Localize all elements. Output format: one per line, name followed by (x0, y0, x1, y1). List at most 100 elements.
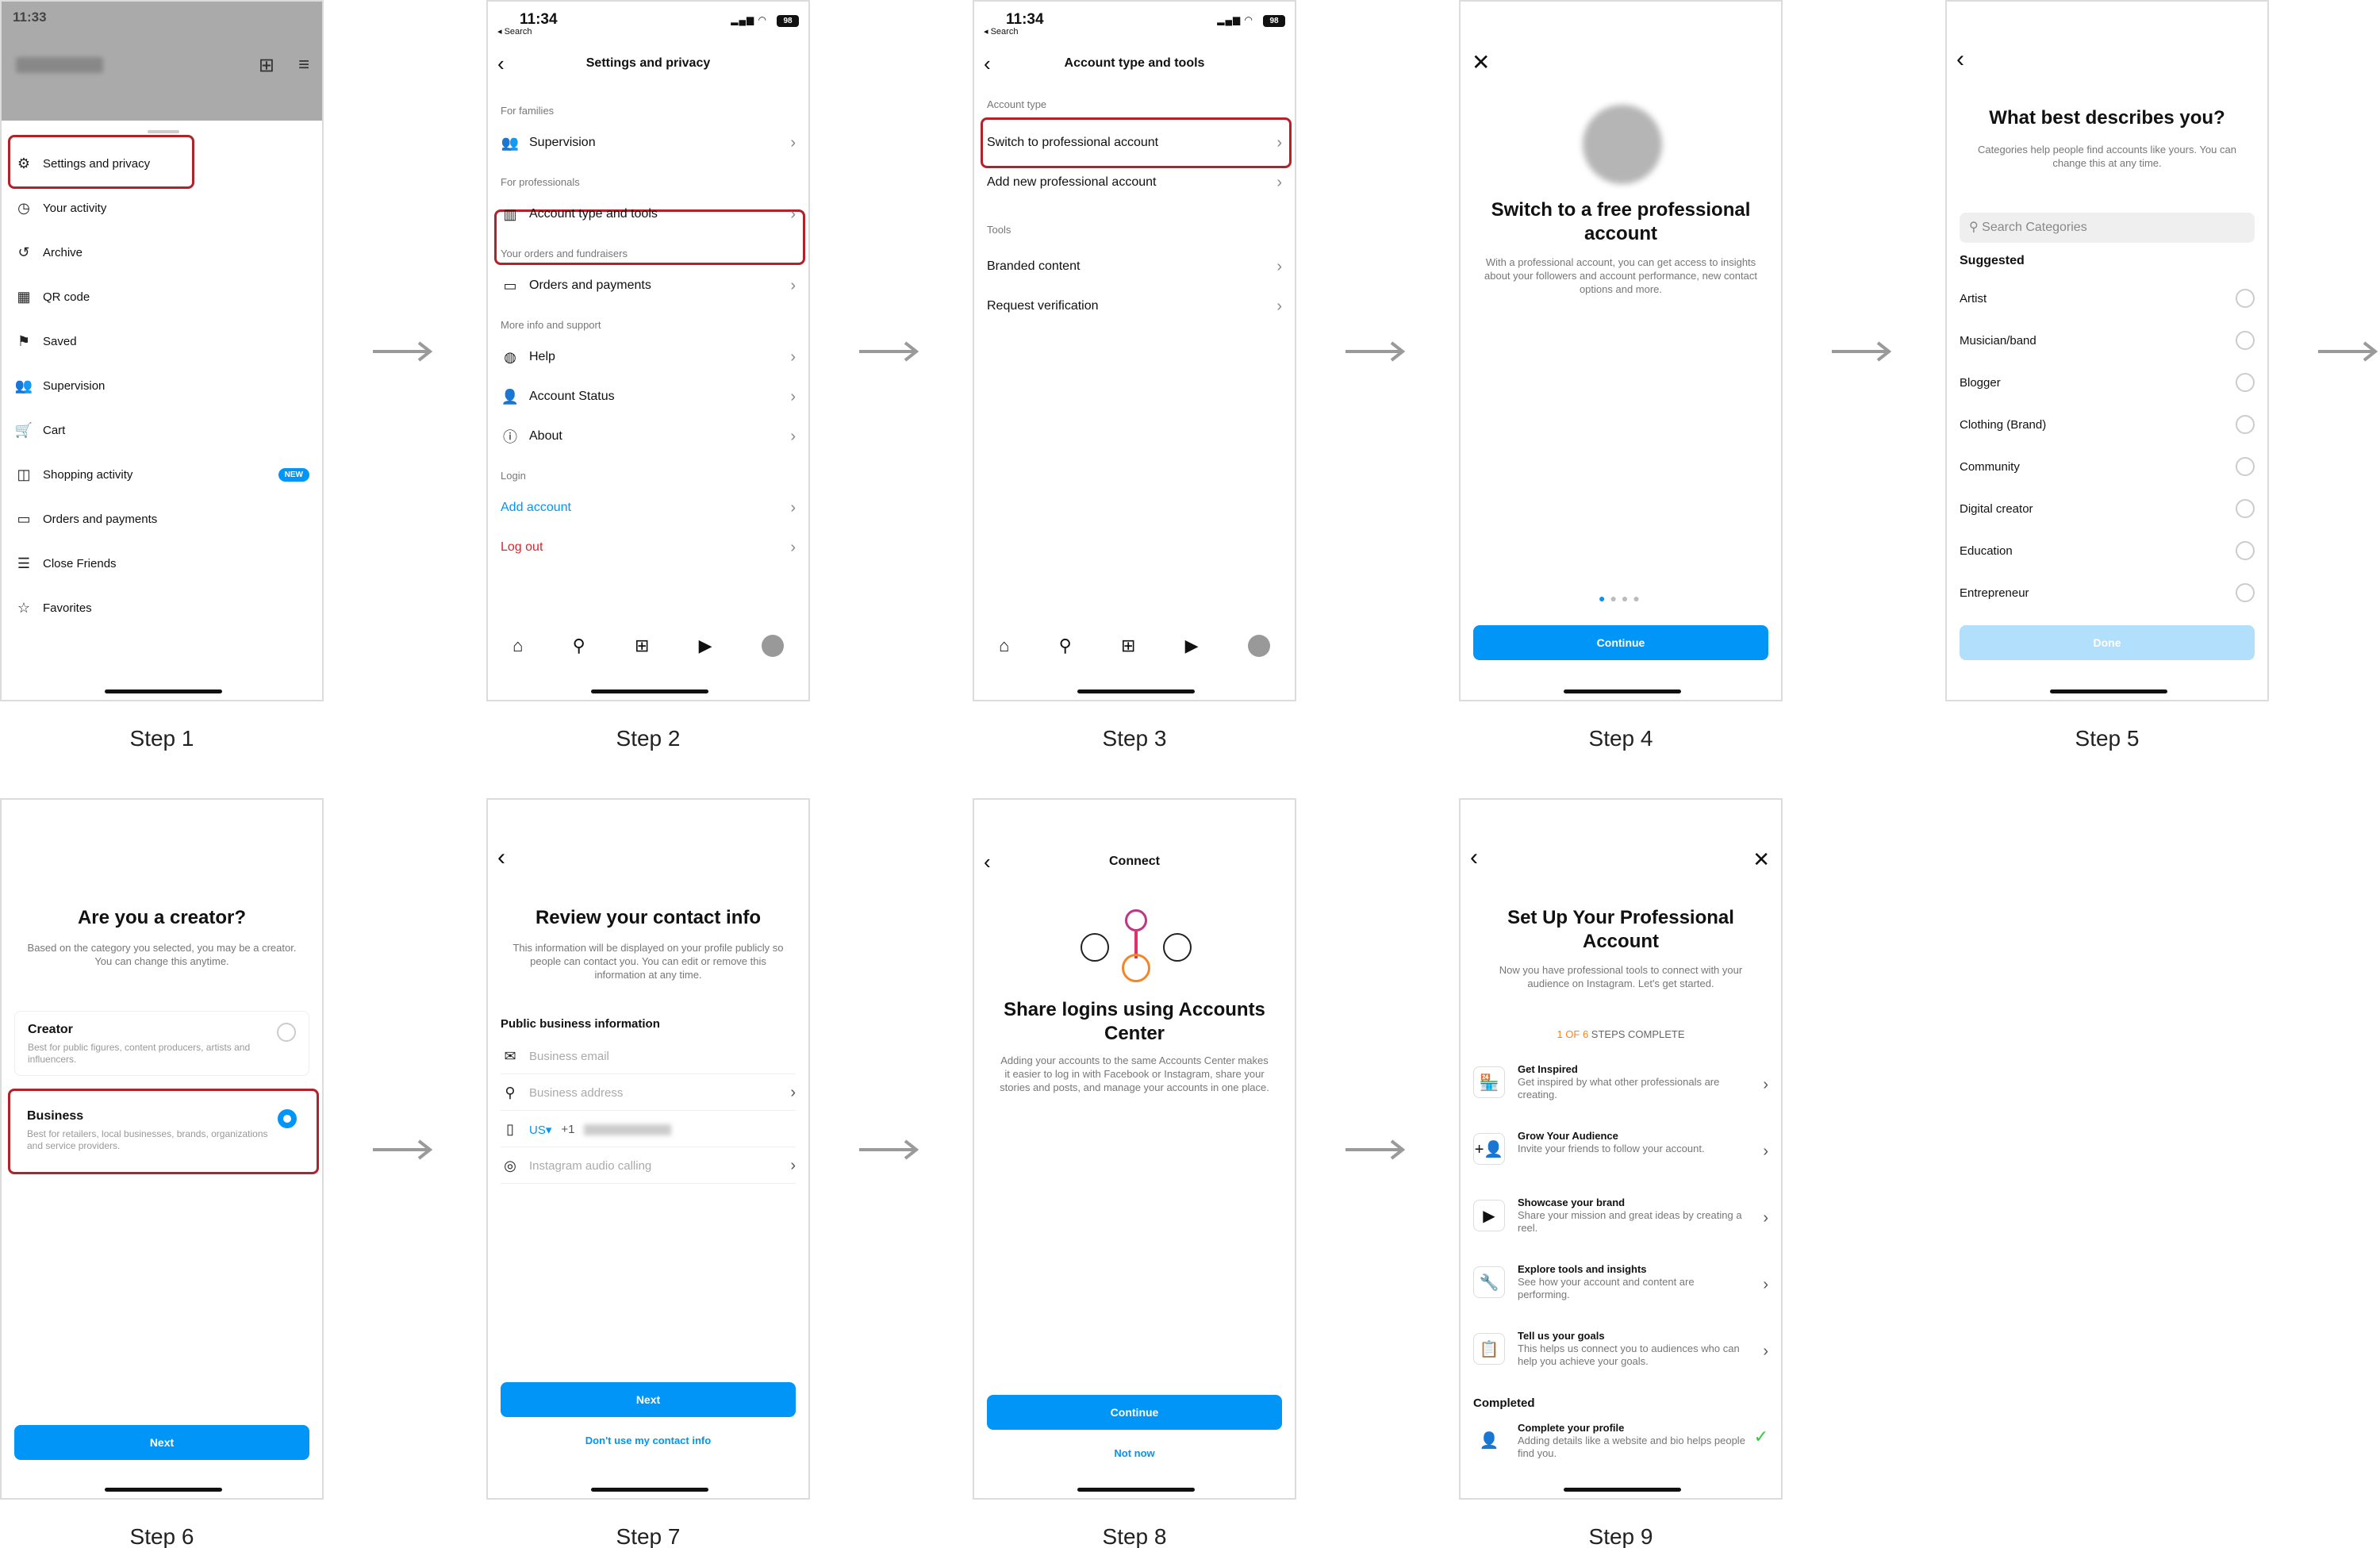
category-clothing-brand-[interactable]: Clothing (Brand) (1960, 407, 2255, 442)
arrow-icon (373, 341, 433, 362)
chevron-right-icon: › (1763, 1342, 1768, 1360)
skip-contact-link[interactable]: Don't use my contact info (488, 1435, 808, 1446)
add-icon[interactable]: ⊞ (259, 54, 274, 77)
menu-item-cart[interactable]: 🛒 Cart (14, 413, 309, 447)
row-label: Request verification (987, 299, 1099, 313)
radio-button[interactable] (2236, 499, 2255, 518)
radio-button[interactable] (2236, 373, 2255, 392)
home-indicator (1564, 1488, 1681, 1492)
item-title: Tell us your goals (1518, 1330, 1605, 1342)
avatar[interactable] (761, 635, 784, 657)
create-icon[interactable]: ⊞ (1121, 636, 1135, 656)
reels-icon[interactable]: ▶ (1185, 636, 1199, 656)
category-label: Artist (1960, 291, 1987, 305)
create-icon[interactable]: ⊞ (635, 636, 649, 656)
radio-button[interactable] (2236, 289, 2255, 308)
phone-step-9: ‹ ✕ Set Up Your Professional Account Now… (1459, 798, 1783, 1500)
setup-item-grow-your-audience[interactable]: +👤 Grow Your Audience Invite your friends … (1473, 1127, 1768, 1190)
radio-button[interactable] (2236, 415, 2255, 434)
business-address-field[interactable]: ⚲ Business address › (501, 1076, 796, 1111)
home-icon[interactable]: ⌂ (999, 636, 1009, 656)
search-icon[interactable]: ⚲ (573, 636, 585, 656)
item-title: Explore tools and insights (1518, 1263, 1647, 1275)
row-orders-and-payments[interactable]: ▭ Orders and payments › (501, 268, 796, 303)
reels-icon[interactable]: ▶ (699, 636, 712, 656)
sheet-handle[interactable] (148, 130, 179, 133)
row-help[interactable]: ◍ Help › (501, 340, 796, 375)
row-add-professional[interactable]: Add new professional account › (987, 165, 1282, 200)
search-icon[interactable]: ⚲ (1059, 636, 1072, 656)
next-button[interactable]: Next (14, 1425, 309, 1460)
menu-item-settings-and-privacy[interactable]: ⚙ Settings and privacy (14, 146, 309, 181)
radio-button[interactable] (2236, 583, 2255, 602)
row-supervision[interactable]: 👥 Supervision › (501, 125, 796, 160)
home-indicator (105, 1488, 222, 1492)
country-code[interactable]: US▾ (529, 1123, 551, 1137)
close-icon[interactable]: ✕ (1752, 847, 1770, 872)
row-log-out[interactable]: Log out › (501, 530, 796, 565)
category-entrepreneur[interactable]: Entrepreneur (1960, 575, 2255, 610)
setup-item-get-inspired[interactable]: 🏪 Get Inspired Get inspired by what other … (1473, 1060, 1768, 1124)
progress-count: 1 OF 6 (1557, 1028, 1589, 1040)
menu-item-saved[interactable]: ⚑ Saved (14, 324, 309, 359)
menu-item-qr-code[interactable]: ▦ QR code (14, 279, 309, 314)
row-request-verification[interactable]: Request verification › (987, 289, 1282, 324)
phone-step-5: ‹ What best describes you? Categories he… (1945, 0, 2269, 701)
home-icon[interactable]: ⌂ (512, 636, 523, 656)
radio-creator[interactable] (277, 1023, 296, 1042)
row-about[interactable]: ⓘ About › (501, 419, 796, 454)
not-now-link[interactable]: Not now (974, 1447, 1295, 1459)
phone-field[interactable]: ▯ US▾ +1 (501, 1112, 796, 1147)
setup-item-showcase-your-brand[interactable]: ▶ Showcase your brand Share your mission a… (1473, 1193, 1768, 1257)
back-to-search[interactable]: ◂ Search (984, 26, 1018, 36)
category-community[interactable]: Community (1960, 449, 2255, 484)
category-musician-band[interactable]: Musician/band (1960, 323, 2255, 358)
row-account-type-and-tools[interactable]: ▥ Account type and tools › (501, 197, 796, 232)
menu-item-shopping-activity[interactable]: ◫ Shopping activity NEW (14, 457, 309, 492)
phone-step-8: ‹ Connect Share logins using Accounts Cen… (973, 798, 1296, 1500)
back-icon[interactable]: ‹ (984, 46, 991, 81)
chevron-right-icon: › (790, 205, 796, 223)
category-blogger[interactable]: Blogger (1960, 365, 2255, 400)
menu-item-your-activity[interactable]: ◷ Your activity (14, 190, 309, 225)
chevron-right-icon: › (1276, 297, 1282, 315)
back-icon[interactable]: ‹ (497, 844, 505, 871)
back-icon[interactable]: ‹ (1470, 844, 1478, 871)
back-icon[interactable]: ‹ (984, 844, 991, 879)
continue-button[interactable]: Continue (1473, 625, 1768, 660)
row-add-account[interactable]: Add account › (501, 490, 796, 525)
business-email-field[interactable]: ✉ Business email (501, 1039, 796, 1074)
continue-button[interactable]: Continue (987, 1395, 1282, 1430)
people-icon: 👥 (14, 377, 33, 394)
category-digital-creator[interactable]: Digital creator (1960, 491, 2255, 526)
step-caption: Step 4 (1588, 726, 1653, 751)
menu-item-supervision[interactable]: 👥 Supervision (14, 368, 309, 403)
menu-item-favorites[interactable]: ☆ Favorites (14, 590, 309, 625)
audio-calling-field[interactable]: ◎ Instagram audio calling › (501, 1149, 796, 1184)
menu-icon[interactable]: ≡ (298, 54, 309, 76)
search-categories-input[interactable]: ⚲ Search Categories (1960, 213, 2255, 243)
setup-item-explore-tools-and-insights[interactable]: 🔧 Explore tools and insights See how your … (1473, 1260, 1768, 1323)
step-caption: Step 6 (129, 1524, 194, 1548)
next-button[interactable]: Next (501, 1382, 796, 1417)
category-artist[interactable]: Artist (1960, 281, 2255, 316)
done-button[interactable]: Done (1960, 625, 2255, 660)
back-icon[interactable]: ‹ (497, 46, 505, 81)
back-to-search[interactable]: ◂ Search (497, 26, 532, 36)
menu-item-archive[interactable]: ↺ Archive (14, 235, 309, 270)
avatar[interactable] (1247, 635, 1270, 657)
menu-item-orders-and-payments[interactable]: ▭ Orders and payments (14, 501, 309, 536)
row-branded-content[interactable]: Branded content › (987, 249, 1282, 284)
radio-button[interactable] (2236, 541, 2255, 560)
setup-item-tell-us-your-goals[interactable]: 📋 Tell us your goals This helps us connect… (1473, 1327, 1768, 1390)
close-icon[interactable]: ✕ (1472, 49, 1490, 75)
category-education[interactable]: Education (1960, 533, 2255, 568)
item-complete-profile[interactable]: 👤 Complete your profile Adding details l… (1473, 1419, 1768, 1474)
menu-item-label: Cart (43, 423, 66, 437)
menu-item-close-friends[interactable]: ☰ Close Friends (14, 546, 309, 581)
row-account-status[interactable]: 👤 Account Status › (501, 379, 796, 414)
radio-button[interactable] (2236, 331, 2255, 350)
radio-button[interactable] (2236, 457, 2255, 476)
back-icon[interactable]: ‹ (1956, 46, 1964, 73)
option-creator[interactable]: Creator Best for public figures, content… (14, 1011, 309, 1076)
